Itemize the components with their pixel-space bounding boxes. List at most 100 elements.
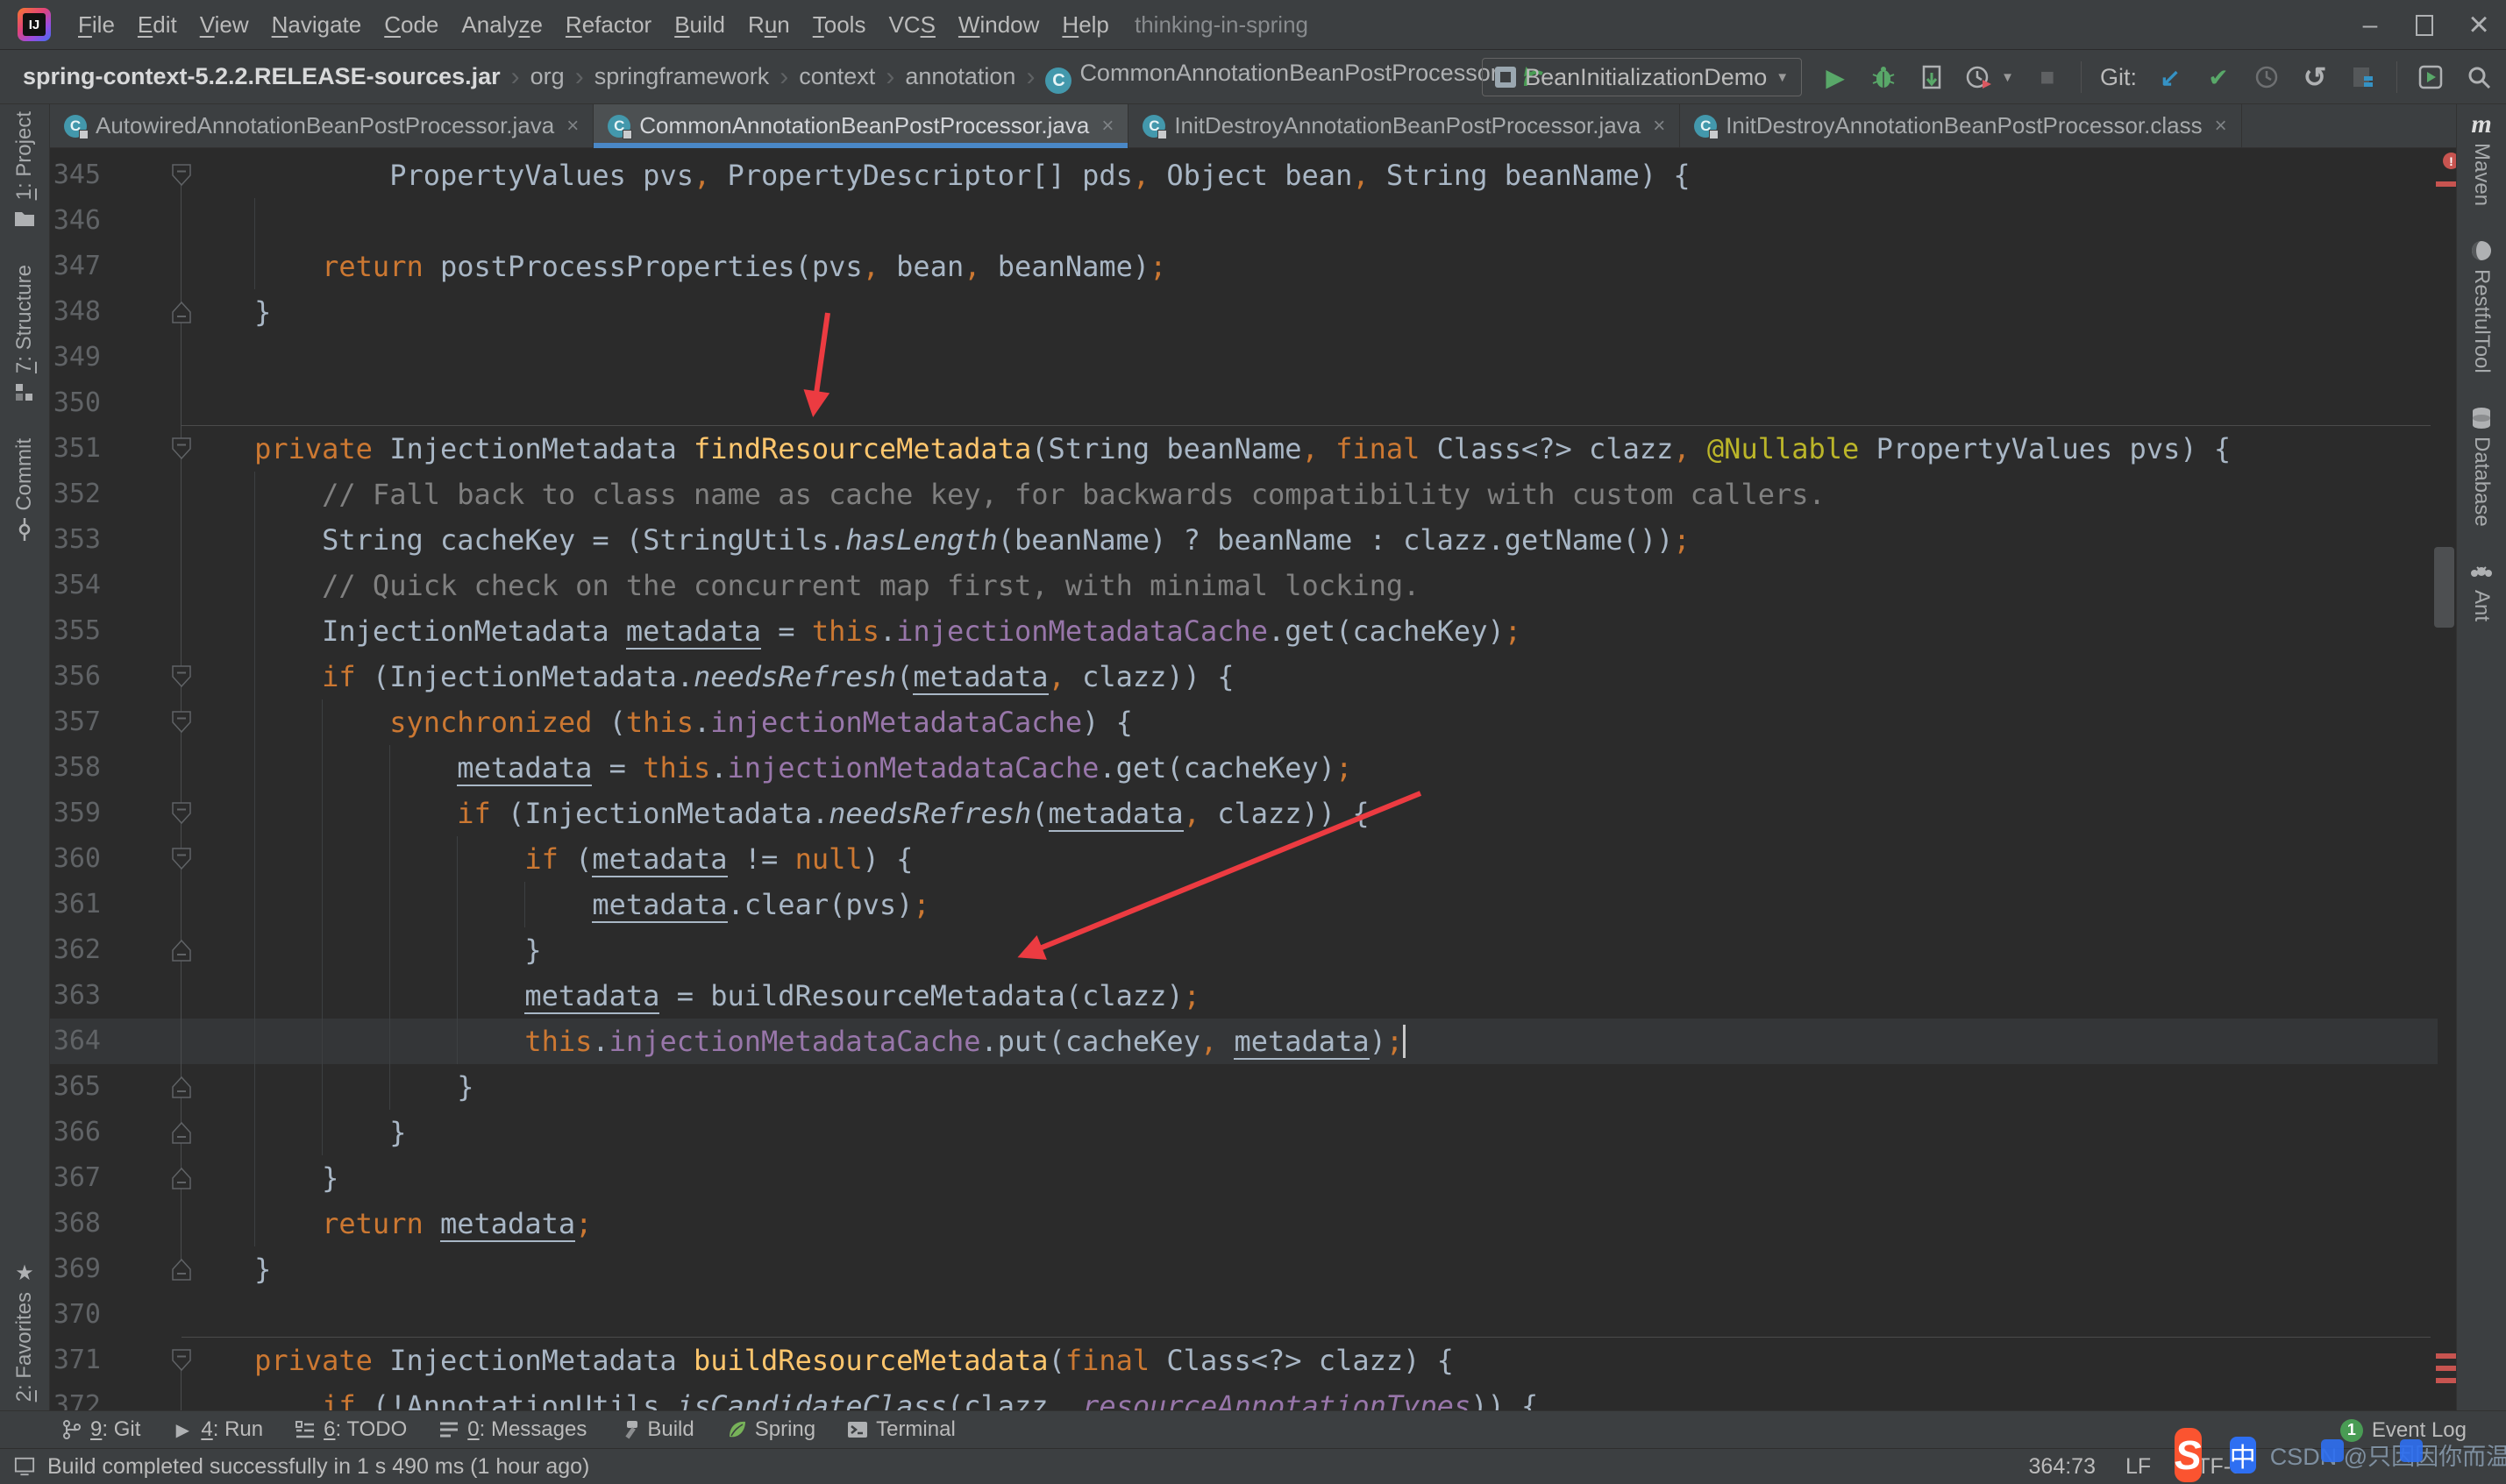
editor-tab[interactable]: CInitDestroyAnnotationBeanPostProcessor.… (1128, 104, 1680, 147)
shelve-icon[interactable] (2348, 62, 2378, 92)
search-everywhere-icon[interactable] (2464, 62, 2494, 92)
menu-run[interactable]: Run (737, 11, 801, 38)
caret-position[interactable]: 364:73 (2029, 1454, 2096, 1480)
breadcrumb-item[interactable]: org (530, 63, 565, 90)
code-line[interactable]: metadata = this.injectionMetadataCache.g… (187, 745, 1352, 791)
toolwindow-todo-button[interactable]: 6: TODO (295, 1417, 407, 1442)
line-number: 369 (50, 1246, 101, 1292)
editor-tab[interactable]: CInitDestroyAnnotationBeanPostProcessor.… (1680, 104, 2241, 147)
minimize-button[interactable]: – (2343, 0, 2397, 50)
toolwindow-build-button[interactable]: Build (618, 1417, 694, 1442)
close-icon[interactable]: × (1653, 114, 1665, 138)
code-line[interactable]: metadata.clear(pvs); (187, 882, 930, 927)
code-line[interactable]: } (187, 1064, 474, 1110)
toolwindow-messages-button[interactable]: 0: Messages (438, 1417, 587, 1442)
close-button[interactable]: × (2452, 0, 2506, 50)
breadcrumb-item[interactable]: CCommonAnnotationBeanPostProcessor (1045, 60, 1498, 95)
tool-stripe-favorites[interactable]: 2: Favorites★ (12, 1262, 37, 1402)
code-line[interactable]: if (InjectionMetadata.needsRefresh(metad… (187, 791, 1370, 836)
maximize-button[interactable] (2397, 0, 2452, 50)
close-icon[interactable]: × (566, 114, 579, 138)
commit-icon[interactable]: ✔ (2203, 62, 2233, 92)
menu-window[interactable]: Window (947, 11, 1050, 38)
intellij-logo-icon: IJ (18, 8, 51, 41)
code-line[interactable]: return postProcessProperties(pvs, bean, … (187, 244, 1166, 289)
rollback-icon[interactable]: ↺ (2300, 62, 2330, 92)
toolwindow-git-button[interactable]: 9: Git (61, 1417, 140, 1442)
toolwindow-terminal-button[interactable]: Terminal (847, 1417, 956, 1442)
tool-stripe-restfultool[interactable]: RestfulTool (2469, 239, 2494, 373)
code-line[interactable]: } (187, 1246, 271, 1292)
code-line[interactable]: PropertyValues pvs, PropertyDescriptor[]… (187, 153, 1691, 198)
breadcrumb-item[interactable]: spring-context-5.2.2.RELEASE-sources.jar (23, 63, 501, 90)
code-line[interactable]: InjectionMetadata metadata = this.inject… (187, 608, 1521, 654)
stripe-label: 2: Favorites (12, 1292, 37, 1402)
code-line[interactable]: } (187, 289, 271, 335)
breadcrumb-item[interactable]: context (799, 63, 875, 90)
menu-build[interactable]: Build (663, 11, 737, 38)
update-project-icon[interactable]: ↙ (2155, 62, 2185, 92)
tool-stripe-ant[interactable]: Ant (2469, 560, 2494, 621)
debug-button[interactable] (1869, 62, 1898, 92)
profiler-button[interactable] (1965, 62, 1995, 92)
tool-stripe-database[interactable]: Database (2469, 407, 2494, 527)
left-tool-stripe: 1: Project 7: Structure Commit 2: Favorites… (0, 104, 50, 1410)
menu-navigate[interactable]: Navigate (260, 11, 374, 38)
tool-stripe-commit[interactable]: Commit (12, 438, 37, 541)
code-line[interactable]: } (187, 927, 542, 973)
tool-stripe-maven[interactable]: mMaven (2469, 113, 2494, 206)
line-number: 352 (50, 472, 101, 517)
code-line[interactable]: this.injectionMetadataCache.put(cacheKey… (187, 1019, 1403, 1064)
menu-tools[interactable]: Tools (801, 11, 878, 38)
error-stripe-mark[interactable] (2436, 1353, 2456, 1359)
watermark-icon (2400, 1439, 2423, 1462)
status-message[interactable]: Build completed successfully in 1 s 490 … (47, 1454, 589, 1480)
run-configuration-select[interactable]: BeanInitializationDemo ▼ (1482, 58, 1802, 96)
error-stripe-mark[interactable] (2436, 1378, 2456, 1383)
menu-vcs[interactable]: VCS (877, 11, 946, 38)
code-line[interactable]: // Fall back to class name as cache key,… (187, 472, 1826, 517)
menu-edit[interactable]: Edit (126, 11, 189, 38)
chevron-down-icon[interactable]: ▼ (2001, 70, 2014, 85)
error-indicator-icon[interactable]: ! (2443, 153, 2456, 169)
close-icon[interactable]: × (2215, 114, 2227, 138)
menu-code[interactable]: Code (373, 11, 450, 38)
breadcrumb-item[interactable]: annotation (905, 63, 1015, 90)
toolwindow-spring-button[interactable]: Spring (726, 1417, 815, 1442)
editor-tab[interactable]: CCommonAnnotationBeanPostProcessor.java× (594, 104, 1128, 147)
code-editor[interactable]: 345PropertyValues pvs, PropertyDescripto… (50, 148, 2456, 1410)
breadcrumb-item[interactable]: springframework (594, 63, 770, 90)
close-icon[interactable]: × (1101, 114, 1114, 138)
run-anything-icon[interactable] (2416, 62, 2445, 92)
tool-stripe-structure[interactable]: 7: Structure (12, 265, 37, 403)
code-line[interactable]: // Quick check on the concurrent map fir… (187, 563, 1420, 608)
code-line[interactable]: String cacheKey = (StringUtils.hasLength… (187, 517, 1691, 563)
code-line[interactable]: metadata = buildResourceMetadata(clazz); (187, 973, 1200, 1019)
code-line[interactable]: if (!AnnotationUtils.isCandidateClass(cl… (187, 1383, 1538, 1410)
editor-tab[interactable]: CAutowiredAnnotationBeanPostProcessor.ja… (50, 104, 594, 147)
code-line[interactable]: } (187, 1110, 406, 1155)
menu-view[interactable]: View (189, 11, 260, 38)
line-ending[interactable]: LF (2125, 1454, 2151, 1480)
error-stripe-mark[interactable] (2436, 181, 2456, 187)
scrollbar-thumb[interactable] (2434, 547, 2454, 628)
code-line[interactable]: if (InjectionMetadata.needsRefresh(metad… (187, 654, 1234, 699)
menu-refactor[interactable]: Refactor (554, 11, 663, 38)
toolwindow-label: Terminal (876, 1417, 956, 1442)
run-with-coverage-button[interactable] (1917, 62, 1947, 92)
error-stripe-mark[interactable] (2436, 1366, 2456, 1371)
menu-help[interactable]: Help (1050, 11, 1120, 38)
code-line[interactable]: private InjectionMetadata buildResourceM… (187, 1338, 1454, 1383)
menu-file[interactable]: File (67, 11, 126, 38)
menu-analyze[interactable]: Analyze (450, 11, 554, 38)
code-line[interactable]: return metadata; (187, 1201, 592, 1246)
code-line[interactable]: synchronized (this.injectionMetadataCach… (187, 699, 1133, 745)
code-line[interactable]: if (metadata != null) { (187, 836, 913, 882)
code-line[interactable]: private InjectionMetadata findResourceMe… (187, 426, 2231, 472)
toolwindow-run-button[interactable]: ▶4: Run (172, 1417, 263, 1442)
code-line[interactable]: } (187, 1155, 338, 1201)
chinese-badge-icon: 中 (2230, 1437, 2256, 1473)
run-button[interactable]: ▶ (1820, 62, 1850, 92)
class-icon: C (1045, 67, 1071, 94)
tool-stripe-project[interactable]: 1: Project (12, 111, 37, 230)
